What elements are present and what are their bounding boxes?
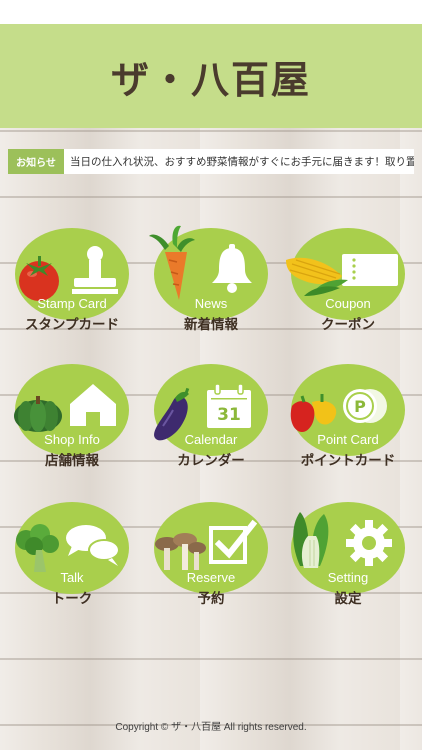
menu-label-ja: 新着情報 xyxy=(184,317,238,333)
menu-label-ja: ポイントカード xyxy=(300,453,396,469)
calendar-day: 31 xyxy=(217,405,241,425)
corn-icon xyxy=(286,257,348,296)
tomato-icon xyxy=(19,256,59,301)
calendar-icon: 31 xyxy=(207,383,251,428)
notice-ticker[interactable]: お知らせ 当日の仕入れ状況、おすすめ野菜情報がすぐにお手元に届きます！取り置き xyxy=(8,149,414,174)
app-title: ザ・八百屋 xyxy=(110,57,311,102)
bell-icon xyxy=(212,244,252,293)
footer: Copyright © ザ・八百屋 All rights reserved. xyxy=(0,700,422,750)
broccoli-icon xyxy=(16,524,59,572)
menu-label-ja: スタンプカード xyxy=(24,317,120,333)
bok-choy-icon xyxy=(293,512,329,568)
mushroom-icon xyxy=(155,533,206,570)
menu-label-ja: カレンダー xyxy=(177,453,245,469)
menu-shop-info[interactable]: Shop Info 店舗情報 xyxy=(12,364,132,478)
status-bar xyxy=(0,0,422,24)
menu-label-en: Talk xyxy=(60,570,84,585)
menu-label-ja: トーク xyxy=(51,591,93,607)
gear-icon xyxy=(346,520,392,566)
menu-calendar[interactable]: 31 Calendar カレンダー xyxy=(151,364,271,478)
menu-label-en: Calendar xyxy=(184,432,238,447)
menu-label-en: Shop Info xyxy=(44,432,100,447)
notice-label: お知らせ xyxy=(8,149,64,174)
menu-label-ja: 設定 xyxy=(334,591,362,607)
menu-label-ja: 店舗情報 xyxy=(45,453,99,469)
menu-label-en: Reserve xyxy=(186,570,236,585)
menu-label-ja: 予約 xyxy=(197,591,225,607)
menu-label-en: Stamp Card xyxy=(37,296,107,311)
menu-point-card[interactable]: P Point Card ポイントカード xyxy=(288,364,408,478)
checkbox-icon xyxy=(209,519,257,564)
copyright-text: Copyright © ザ・八百屋 All rights reserved. xyxy=(115,721,307,733)
menu-reserve[interactable]: Reserve 予約 xyxy=(151,502,271,616)
carrot-icon xyxy=(149,225,195,300)
menu-talk[interactable]: Talk トーク xyxy=(12,502,132,616)
bell-pepper-icon xyxy=(290,394,337,432)
menu-label-ja: クーポン xyxy=(321,317,375,333)
notice-text: 当日の仕入れ状況、おすすめ野菜情報がすぐにお手元に届きます！取り置き xyxy=(70,156,414,168)
menu-coupon[interactable]: Coupon クーポン xyxy=(286,228,408,342)
stamp-icon xyxy=(72,246,118,294)
menu-setting[interactable]: Setting 設定 xyxy=(288,502,408,616)
menu-label-en: Setting xyxy=(327,570,369,585)
menu-label-en: Coupon xyxy=(325,296,371,311)
chat-bubbles-icon xyxy=(66,525,120,566)
menu-label-en: Point Card xyxy=(317,432,379,447)
menu-news[interactable]: News 新着情報 xyxy=(149,225,271,342)
point-coin-icon: P xyxy=(343,389,387,423)
app-header: ザ・八百屋 xyxy=(0,24,422,128)
house-icon xyxy=(70,384,116,426)
menu-label-en: News xyxy=(194,296,228,311)
menu-stamp-card[interactable]: Stamp Card スタンプカード xyxy=(12,228,132,342)
coin-letter: P xyxy=(354,397,366,416)
pumpkin-icon xyxy=(14,396,62,432)
